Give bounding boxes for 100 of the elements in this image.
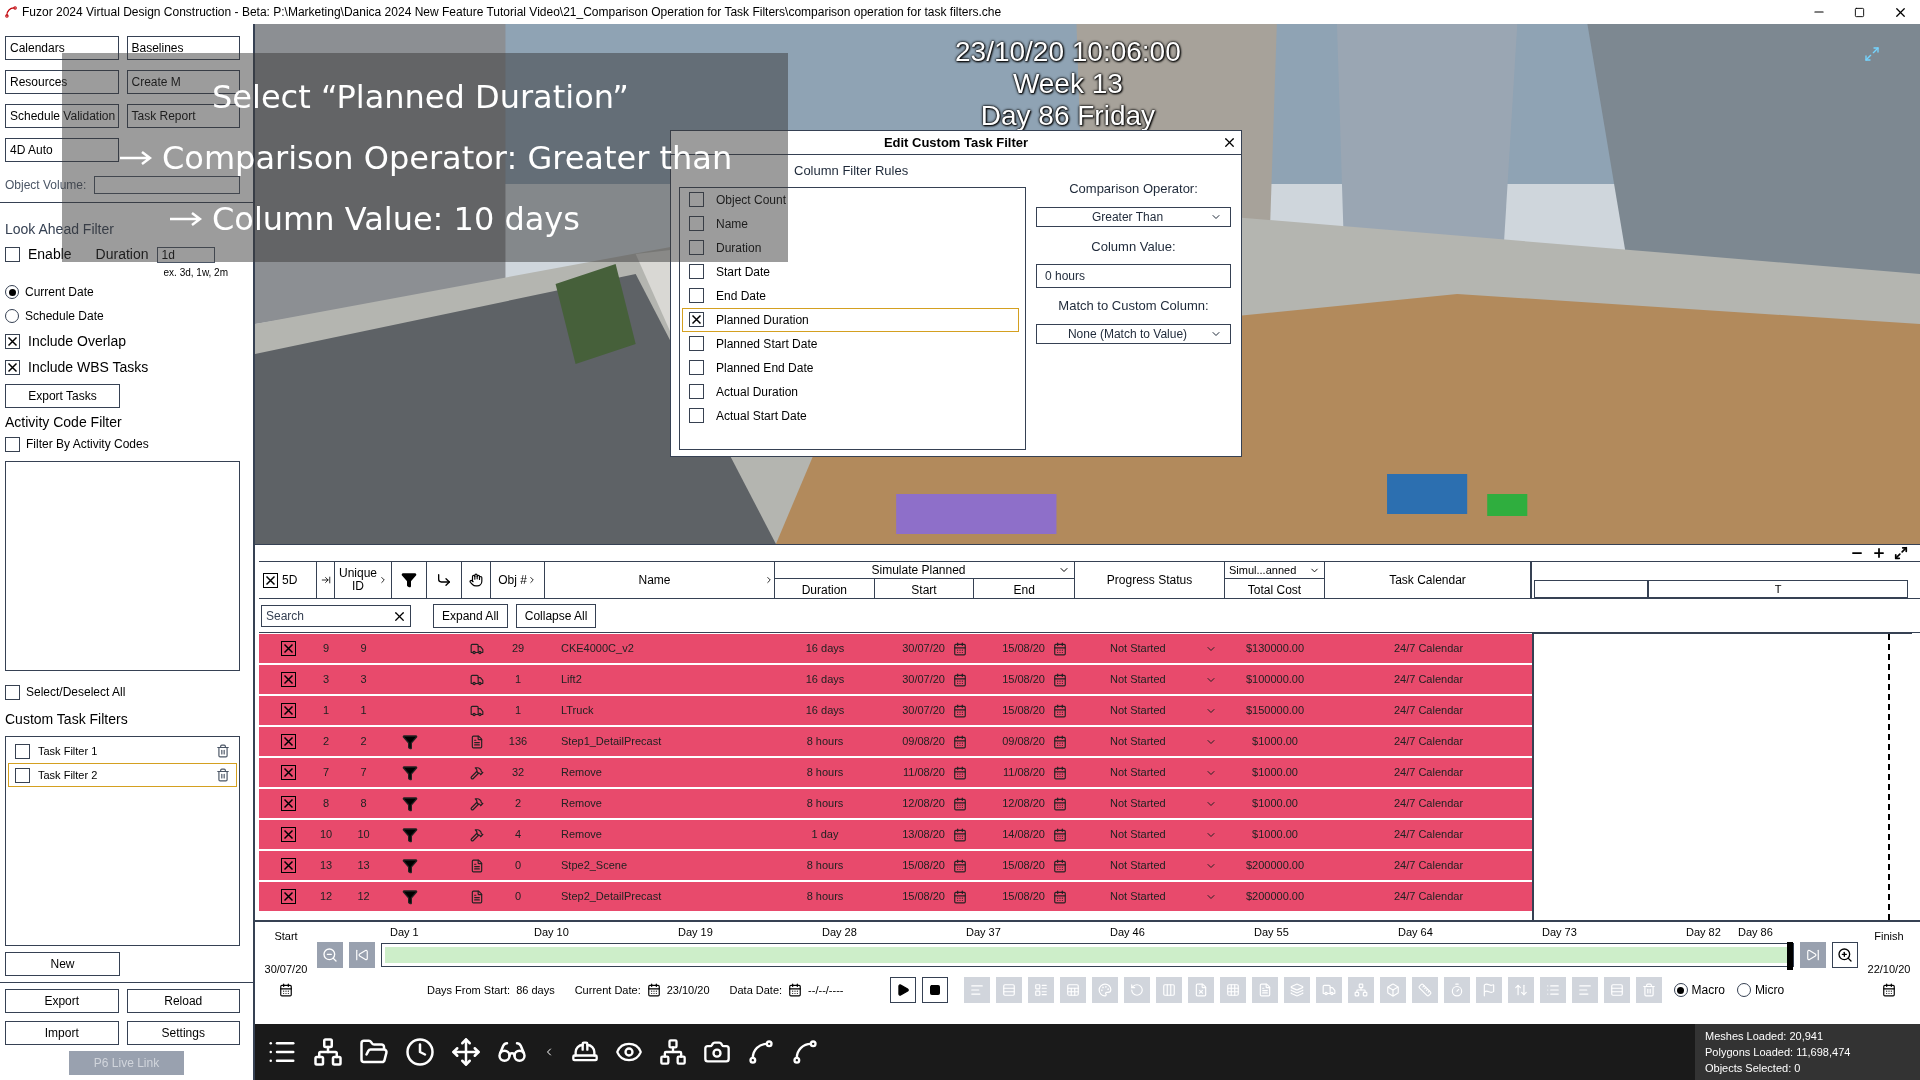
task-row[interactable]: 8 8 2 Remove 8 hours 12/08/20 12/08/20 Not Started $1000.00 24/7 Calendar (259, 789, 1532, 818)
task-row[interactable]: 2 2 136 Step1_DetailPrecast 8 hours 09/08/20 09/08/20 Not Started $1000.00 24/7 Calendar (259, 727, 1532, 756)
column-header[interactable]: End (974, 579, 1074, 599)
checkbox[interactable] (5, 333, 20, 349)
restore-icon[interactable] (1854, 6, 1865, 18)
column-header[interactable]: Unique ID (338, 567, 378, 593)
checkbox[interactable] (280, 889, 296, 904)
plus-icon[interactable] (1872, 546, 1886, 560)
expand-all-button[interactable]: Expand All (433, 603, 508, 628)
checkbox[interactable] (689, 336, 704, 351)
cost-mode-select[interactable]: Simul...anned (1225, 562, 1324, 579)
delete-icon[interactable] (216, 744, 230, 758)
close-icon[interactable] (1222, 135, 1237, 150)
rule-list-item[interactable]: Planned End Date (682, 355, 1019, 380)
toolbar-icon[interactable] (405, 1037, 435, 1067)
toolbar-icon[interactable] (747, 1038, 775, 1066)
toolbar-icon[interactable] (451, 1037, 481, 1067)
collapse-all-button[interactable]: Collapse All (515, 603, 597, 628)
rule-list-item[interactable]: End Date (682, 283, 1019, 308)
task-row[interactable]: 1 1 1 LTruck 16 days 30/07/20 15/08/20 Not Started $150000.00 24/7 Calendar (259, 696, 1532, 725)
select-all-checkbox[interactable] (263, 572, 278, 588)
checkbox[interactable] (280, 858, 296, 873)
status-select[interactable]: Not Started (1075, 888, 1225, 905)
skip-start-button[interactable] (349, 942, 375, 968)
status-select[interactable]: Not Started (1075, 764, 1225, 781)
match-column-select[interactable]: None (Match to Value) (1036, 323, 1231, 344)
status-select[interactable]: Not Started (1075, 795, 1225, 812)
status-select[interactable]: Not Started (1075, 857, 1225, 874)
task-row[interactable]: 3 3 1 Lift2 16 days 30/07/20 15/08/20 Not Started $100000.00 24/7 Calendar (259, 665, 1532, 694)
toolbar-icon[interactable] (791, 1038, 819, 1066)
object-volume-field[interactable] (94, 176, 240, 194)
checkbox[interactable] (5, 684, 20, 700)
task-row[interactable]: 12 12 0 Step2_DetailPrecast 8 hours 15/08/20 15/08/20 Not Started $200000.00 24/7 Calendar (259, 882, 1532, 911)
checkbox[interactable] (280, 672, 296, 687)
filter-icon[interactable] (401, 572, 417, 588)
checkbox[interactable] (280, 734, 296, 749)
rule-list-item[interactable]: Actual Duration (682, 379, 1019, 404)
rule-list-item[interactable]: Planned Start Date (682, 331, 1019, 356)
checkbox[interactable] (280, 765, 296, 780)
rule-list-item[interactable]: Name (682, 211, 1019, 236)
checkbox[interactable] (15, 767, 30, 783)
new-filter-button[interactable]: New (5, 952, 120, 976)
column-header[interactable]: Name (545, 571, 764, 589)
timeline-thumb[interactable] (1787, 942, 1793, 970)
column-header[interactable]: 5D (282, 571, 298, 589)
panel-button[interactable]: Reload (126, 989, 240, 1013)
checkbox[interactable] (689, 192, 704, 207)
column-header[interactable]: Task Calendar (1389, 571, 1466, 589)
radio-button[interactable] (5, 285, 19, 299)
filter-list-item[interactable]: Task Filter 1 (8, 739, 237, 763)
panel-button[interactable]: Calendars (5, 36, 119, 60)
delete-icon[interactable] (216, 768, 230, 782)
column-value-field[interactable]: 0 hours (1036, 264, 1231, 288)
calendar-icon[interactable] (788, 983, 803, 997)
checkbox[interactable] (689, 264, 704, 279)
task-row[interactable]: 13 13 0 Stpe2_Scene 8 hours 15/08/20 15/08/20 Not Started $200000.00 24/7 Calendar (259, 851, 1532, 880)
checkbox[interactable] (5, 436, 20, 452)
status-select[interactable]: Not Started (1075, 702, 1225, 719)
status-select[interactable]: Not Started (1075, 671, 1225, 688)
status-select[interactable]: Not Started (1075, 640, 1225, 657)
checkbox[interactable] (689, 312, 704, 327)
checkbox[interactable] (280, 796, 296, 811)
checkbox[interactable] (689, 360, 704, 375)
checkbox[interactable] (689, 240, 704, 255)
operator-select[interactable]: Greater Than (1036, 206, 1231, 227)
calendar-icon[interactable] (1882, 983, 1896, 997)
rule-list-item[interactable]: Actual Start Date (682, 403, 1019, 428)
simulate-select[interactable]: Simulate Planned (775, 562, 1074, 579)
zoom-out-button[interactable] (317, 942, 343, 968)
play-button[interactable] (889, 977, 916, 1003)
panel-button[interactable]: Export (5, 989, 119, 1013)
search-field[interactable]: Search (261, 604, 411, 627)
column-header[interactable]: Duration (775, 579, 875, 599)
checkbox[interactable] (5, 247, 20, 262)
panel-button[interactable]: 4D Auto (5, 138, 119, 162)
column-header[interactable]: Progress Status (1106, 571, 1193, 589)
rule-list-item[interactable]: Object Count (682, 187, 1019, 212)
toolbar-icon[interactable] (313, 1037, 343, 1067)
status-select[interactable]: Not Started (1075, 733, 1225, 750)
checkbox[interactable] (689, 288, 704, 303)
rule-list-item[interactable]: Start Date (682, 259, 1019, 284)
column-header[interactable]: Start (874, 579, 975, 599)
zoom-in-button[interactable] (1832, 942, 1858, 968)
checkbox[interactable] (15, 743, 30, 759)
rule-list-item[interactable]: Duration (682, 235, 1019, 260)
checkbox[interactable] (280, 703, 296, 718)
checkbox[interactable] (280, 827, 296, 842)
checkbox[interactable] (280, 641, 296, 656)
panel-button[interactable]: Resources (5, 70, 119, 94)
toolbar-icon[interactable] (659, 1038, 687, 1066)
checkbox[interactable] (689, 216, 704, 231)
chevron-right-icon[interactable] (764, 575, 774, 585)
radio-button[interactable] (5, 309, 19, 323)
status-select[interactable]: Not Started (1075, 826, 1225, 843)
calendar-icon[interactable] (646, 983, 661, 997)
checkbox[interactable] (689, 384, 704, 399)
arrow-icon[interactable] (320, 575, 331, 585)
hand-icon[interactable] (469, 573, 483, 587)
duration-field[interactable]: 1d (156, 246, 215, 263)
task-row[interactable]: 9 9 29 CKE4000C_v2 16 days 30/07/20 15/08/20 Not Started $130000.00 24/7 Calendar (259, 634, 1532, 663)
